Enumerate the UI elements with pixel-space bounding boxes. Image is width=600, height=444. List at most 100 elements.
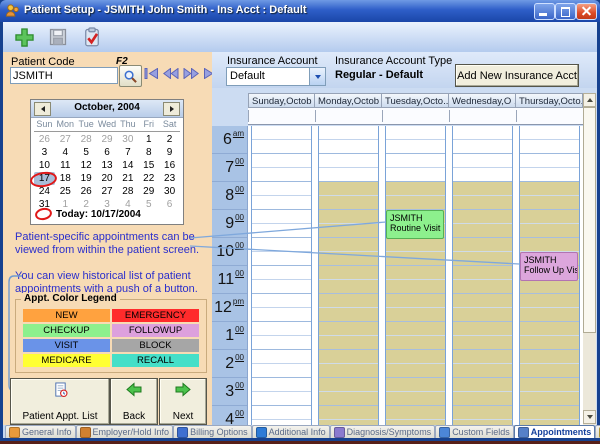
patient-appt-list-button[interactable]: Patient Appt. List: [10, 378, 110, 425]
time-slot[interactable]: [386, 350, 445, 364]
tab-diagnosis-symptoms[interactable]: Diagnosis/Symptoms: [330, 425, 436, 438]
calendar-day-cell[interactable]: 16: [159, 159, 180, 172]
day-header[interactable]: Thursday,Octo...: [516, 93, 583, 108]
time-slot[interactable]: [386, 140, 445, 154]
calendar-day-cell[interactable]: 26: [76, 185, 97, 198]
time-slot[interactable]: [252, 406, 311, 420]
time-slot[interactable]: [386, 364, 445, 378]
calendar-day-cell[interactable]: 8: [138, 146, 159, 159]
calendar-day-cell[interactable]: 17: [34, 172, 55, 185]
add-new-insurance-button[interactable]: Add New Insurance Acct: [455, 64, 579, 87]
time-slot[interactable]: [319, 126, 378, 140]
calendar-day-cell[interactable]: 13: [97, 159, 118, 172]
calendar-day-cell[interactable]: 22: [138, 172, 159, 185]
time-slot[interactable]: [319, 308, 378, 322]
calendar-day-cell[interactable]: 27: [97, 185, 118, 198]
time-slot[interactable]: [386, 392, 445, 406]
insurance-account-select[interactable]: Default: [226, 67, 326, 86]
verify-record-button[interactable]: [77, 24, 107, 50]
time-slot[interactable]: [453, 336, 512, 350]
time-slot[interactable]: [386, 126, 445, 140]
calendar-day-cell[interactable]: 7: [117, 146, 138, 159]
time-slot[interactable]: [386, 252, 445, 266]
tab-additional-info[interactable]: Additional Info: [252, 425, 330, 438]
time-slot[interactable]: [453, 252, 512, 266]
time-slot[interactable]: [252, 308, 311, 322]
calendar-day-cell[interactable]: 27: [55, 133, 76, 146]
time-slot[interactable]: [453, 154, 512, 168]
time-slot[interactable]: [252, 168, 311, 182]
time-slot[interactable]: [520, 280, 579, 294]
calendar-day-cell[interactable]: 30: [159, 185, 180, 198]
tab-patient-notes[interactable]: Patient Notes: [595, 425, 600, 438]
time-slot[interactable]: [520, 406, 579, 420]
calendar-day-cell[interactable]: 12: [76, 159, 97, 172]
calendar-day-cell[interactable]: 28: [117, 185, 138, 198]
time-slot[interactable]: [386, 266, 445, 280]
calendar-day-cell[interactable]: 26: [34, 133, 55, 146]
calendar-day-cell[interactable]: 10: [34, 159, 55, 172]
calendar-day-cell[interactable]: 19: [76, 172, 97, 185]
time-slot[interactable]: [520, 238, 579, 252]
save-record-button[interactable]: [43, 24, 73, 50]
calendar-day-cell[interactable]: 6: [97, 146, 118, 159]
minimize-button[interactable]: [534, 3, 555, 20]
calendar-day-cell[interactable]: 14: [117, 159, 138, 172]
time-slot[interactable]: [520, 308, 579, 322]
time-slot[interactable]: [319, 168, 378, 182]
calendar-day-cell[interactable]: 25: [55, 185, 76, 198]
time-slot[interactable]: [520, 350, 579, 364]
tab-billing-options[interactable]: Billing Options: [173, 425, 252, 438]
time-slot[interactable]: [386, 196, 445, 210]
time-slot[interactable]: [252, 238, 311, 252]
calendar-next-month-button[interactable]: [163, 102, 180, 116]
time-slot[interactable]: [453, 224, 512, 238]
time-slot[interactable]: [520, 392, 579, 406]
time-slot[interactable]: [252, 182, 311, 196]
calendar-day-cell[interactable]: 18: [55, 172, 76, 185]
time-slot[interactable]: [252, 280, 311, 294]
time-slot[interactable]: [453, 168, 512, 182]
add-record-button[interactable]: [9, 24, 39, 50]
calendar-day-cell[interactable]: 20: [97, 172, 118, 185]
calendar-day-cell[interactable]: 3: [34, 146, 55, 159]
calendar-day-cell[interactable]: 2: [159, 133, 180, 146]
day-column[interactable]: [385, 126, 446, 425]
day-column[interactable]: [318, 126, 379, 425]
time-slot[interactable]: [319, 140, 378, 154]
time-slot[interactable]: [386, 280, 445, 294]
calendar-day-cell[interactable]: 24: [34, 185, 55, 198]
time-slot[interactable]: [386, 168, 445, 182]
time-slot[interactable]: [520, 378, 579, 392]
calendar-day-cell[interactable]: 1: [138, 133, 159, 146]
dropdown-button[interactable]: [309, 68, 325, 85]
time-slot[interactable]: [252, 392, 311, 406]
time-slot[interactable]: [386, 294, 445, 308]
patient-code-input[interactable]: [10, 67, 118, 84]
time-slot[interactable]: [319, 336, 378, 350]
next-button[interactable]: Next: [159, 378, 207, 425]
tab-employer-hold-info[interactable]: Employer/Hold Info: [76, 425, 174, 438]
time-slot[interactable]: [319, 196, 378, 210]
time-slot[interactable]: [520, 168, 579, 182]
time-slot[interactable]: [520, 154, 579, 168]
time-slot[interactable]: [319, 182, 378, 196]
time-slot[interactable]: [319, 210, 378, 224]
time-slot[interactable]: [520, 294, 579, 308]
day-header[interactable]: Tuesday,Octo...: [382, 93, 449, 108]
time-slot[interactable]: [520, 196, 579, 210]
time-slot[interactable]: [453, 238, 512, 252]
time-slot[interactable]: [520, 140, 579, 154]
patient-search-button[interactable]: [119, 65, 142, 87]
time-slot[interactable]: [453, 140, 512, 154]
calendar-day-cell[interactable]: 15: [138, 159, 159, 172]
time-slot[interactable]: [386, 154, 445, 168]
calendar-day-cell[interactable]: 21: [117, 172, 138, 185]
calendar-day-cell[interactable]: 29: [97, 133, 118, 146]
time-slot[interactable]: [453, 322, 512, 336]
time-slot[interactable]: [453, 196, 512, 210]
time-slot[interactable]: [386, 308, 445, 322]
time-slot[interactable]: [386, 322, 445, 336]
time-slot[interactable]: [252, 350, 311, 364]
time-slot[interactable]: [319, 280, 378, 294]
